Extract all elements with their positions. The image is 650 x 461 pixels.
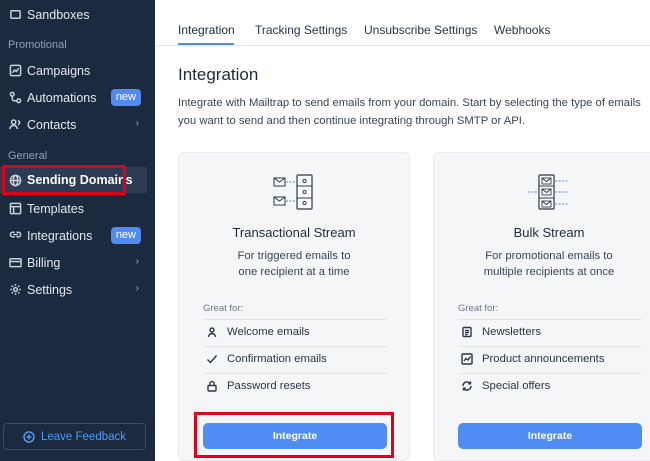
new-badge: new <box>110 227 141 244</box>
integrate-bulk-button[interactable]: Integrate <box>458 423 642 449</box>
page-description: Integrate with Mailtrap to send emails f… <box>178 97 641 127</box>
feature-item: Newsletters <box>461 326 541 338</box>
sidebar: Sandboxes Promotional Campaigns Automati… <box>0 0 155 461</box>
leave-feedback-button[interactable]: Leave Feedback <box>3 423 146 450</box>
sidebar-item-label: Automations <box>27 90 97 105</box>
card-subtitle: For triggered emails to one recipient at… <box>179 248 409 280</box>
sidebar-item-contacts[interactable]: Contacts › <box>0 112 147 137</box>
great-for-label: Great for: <box>458 303 499 314</box>
sidebar-item-label: Sandboxes <box>27 7 90 22</box>
feature-label: Password resets <box>227 380 311 392</box>
feature-label: Product announcements <box>482 353 605 365</box>
divider <box>458 346 642 347</box>
sidebar-item-templates[interactable]: Templates <box>0 196 147 221</box>
card-subtitle-line: For triggered emails to <box>237 250 351 262</box>
chart-icon <box>461 353 473 365</box>
refresh-icon <box>461 380 473 392</box>
chevron-right-icon: › <box>135 283 139 294</box>
tab-unsubscribe-settings[interactable]: Unsubscribe Settings <box>364 23 477 37</box>
section-label-general: General <box>8 150 48 162</box>
card-subtitle-line: For promotional emails to <box>485 250 613 262</box>
card-subtitle-line: one recipient at a time <box>238 266 350 278</box>
sidebar-item-automations[interactable]: Automations new <box>0 85 147 110</box>
chart-icon <box>8 64 22 78</box>
feature-label: Newsletters <box>482 326 542 338</box>
plus-circle-icon <box>23 430 35 443</box>
sandbox-icon <box>8 8 22 22</box>
feature-label: Special offers <box>482 380 551 392</box>
tab-bar: Integration Tracking Settings Unsubscrib… <box>155 0 650 46</box>
card-subtitle: For promotional emails to multiple recip… <box>434 248 650 280</box>
bulk-stream-icon <box>528 174 569 210</box>
sidebar-item-sandboxes[interactable]: Sandboxes <box>0 2 147 27</box>
template-icon <box>8 202 22 216</box>
tab-tracking-settings[interactable]: Tracking Settings <box>255 23 347 37</box>
bulk-stream-card: Bulk Stream For promotional emails to mu… <box>433 152 650 461</box>
divider <box>458 373 642 374</box>
divider <box>203 373 387 374</box>
tab-webhooks[interactable]: Webhooks <box>494 23 550 37</box>
sidebar-item-campaigns[interactable]: Campaigns <box>0 58 147 83</box>
automation-icon <box>8 91 22 105</box>
card-subtitle-line: multiple recipients at once <box>483 266 615 278</box>
check-icon <box>206 353 218 365</box>
sidebar-item-label: Settings <box>27 282 73 297</box>
link-icon <box>8 229 22 243</box>
contacts-icon <box>8 118 22 132</box>
feature-item: Welcome emails <box>206 326 310 338</box>
divider <box>203 346 387 347</box>
great-for-label: Great for: <box>203 303 244 314</box>
divider <box>458 319 642 320</box>
section-label-promotional: Promotional <box>8 39 67 51</box>
sidebar-item-billing[interactable]: Billing › <box>0 250 147 275</box>
transactional-stream-icon <box>273 174 313 210</box>
sidebar-item-label: Integrations <box>27 228 93 243</box>
sidebar-item-settings[interactable]: Settings › <box>0 277 147 302</box>
newsletter-icon <box>461 326 473 338</box>
feature-item: Confirmation emails <box>206 353 327 365</box>
tab-integration[interactable]: Integration <box>178 23 235 37</box>
highlight-box <box>194 412 394 458</box>
card-title: Bulk Stream <box>513 225 585 240</box>
chevron-right-icon: › <box>135 118 139 129</box>
sidebar-item-integrations[interactable]: Integrations new <box>0 223 147 248</box>
credit-card-icon <box>8 256 22 270</box>
chevron-right-icon: › <box>135 256 139 267</box>
lock-icon <box>206 380 218 392</box>
sidebar-item-label: Templates <box>27 201 84 216</box>
user-icon <box>206 326 218 338</box>
new-badge: new <box>110 89 141 106</box>
feature-item: Product announcements <box>461 353 604 365</box>
divider <box>203 319 387 320</box>
highlight-box <box>2 165 126 195</box>
sidebar-item-label: Campaigns <box>27 63 91 78</box>
sidebar-item-label: Contacts <box>27 117 77 132</box>
gear-icon <box>8 283 22 297</box>
leave-feedback-label: Leave Feedback <box>40 430 127 443</box>
feature-label: Welcome emails <box>227 326 310 338</box>
active-tab-indicator <box>178 43 234 45</box>
feature-item: Password resets <box>206 380 311 392</box>
page-title: Integration <box>178 65 259 84</box>
feature-item: Special offers <box>461 380 550 392</box>
sidebar-item-label: Billing <box>27 255 61 270</box>
feature-label: Confirmation emails <box>227 353 327 365</box>
card-title: Transactional Stream <box>232 225 356 240</box>
